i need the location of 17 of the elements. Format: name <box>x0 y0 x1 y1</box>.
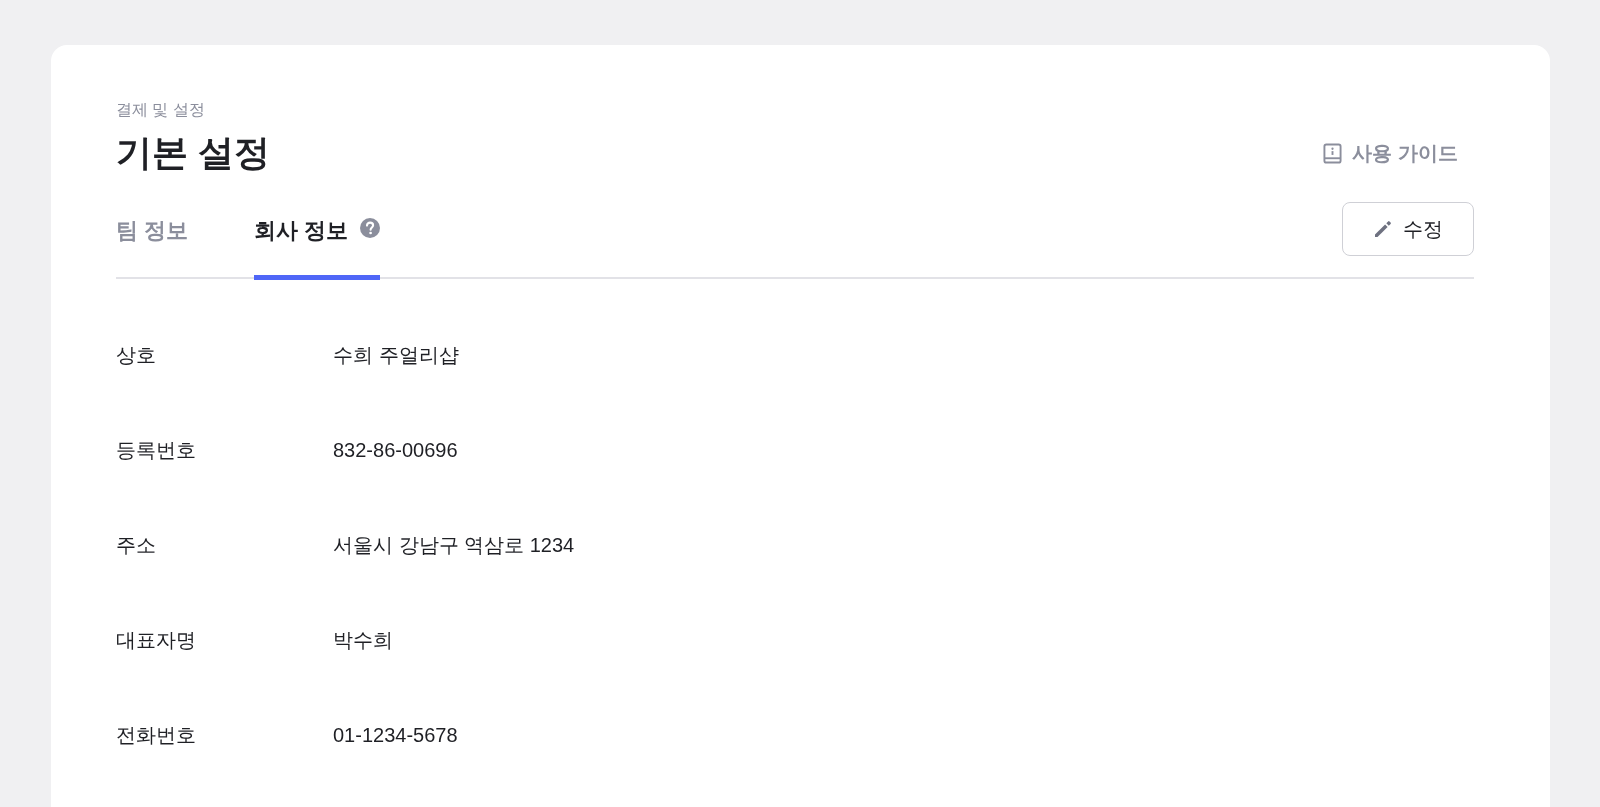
field-value: 서울시 강남구 역삼로 1234 <box>333 532 575 558</box>
field-value: 01-1234-5678 <box>333 722 458 748</box>
field-value: 832-86-00696 <box>333 437 458 463</box>
field-label: 전화번호 <box>116 722 197 748</box>
book-icon <box>1323 142 1343 164</box>
help-icon[interactable] <box>360 218 381 238</box>
field-value: 박수희 <box>333 627 393 653</box>
edit-button[interactable]: 수정 <box>1342 202 1474 256</box>
pencil-icon <box>1373 219 1393 239</box>
breadcrumb: 결제 및 설정 <box>116 100 206 120</box>
field-label: 등록번호 <box>116 437 197 463</box>
tab[interactable]: 회사 정보 <box>254 202 381 280</box>
field-label: 상호 <box>116 342 157 368</box>
field-value: 수희 주얼리샵 <box>333 342 459 368</box>
field-label: 주소 <box>116 532 157 558</box>
field-label: 대표자명 <box>116 627 197 653</box>
page-title: 기본 설정 <box>116 131 270 175</box>
